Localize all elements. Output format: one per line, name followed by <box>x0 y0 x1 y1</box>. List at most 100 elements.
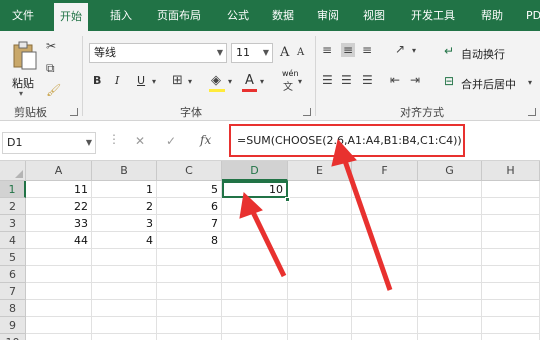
column-header-g[interactable]: G <box>418 161 482 181</box>
cell-b10[interactable] <box>92 334 157 340</box>
font-launcher-icon[interactable] <box>303 108 311 116</box>
chevron-down-icon[interactable]: ▾ <box>412 46 416 55</box>
align-top-icon[interactable]: ≡ <box>322 43 332 57</box>
cell-c6[interactable] <box>157 266 222 283</box>
phonetic-guide-icon[interactable]: wén <box>282 69 299 78</box>
cell-a1[interactable]: 11 <box>26 181 92 198</box>
cell-a8[interactable] <box>26 300 92 317</box>
cell-a6[interactable] <box>26 266 92 283</box>
cell-g5[interactable] <box>418 249 482 266</box>
cell-f1[interactable] <box>352 181 418 198</box>
cell-h4[interactable] <box>482 232 540 249</box>
format-painter-icon[interactable]: 🖌 <box>46 83 61 97</box>
cell-a2[interactable]: 22 <box>26 198 92 215</box>
column-header-b[interactable]: B <box>92 161 157 181</box>
cell-c3[interactable]: 7 <box>157 215 222 232</box>
fill-handle[interactable] <box>285 197 290 202</box>
align-left-icon[interactable]: ☰ <box>322 73 333 87</box>
bold-button[interactable]: B <box>93 74 101 87</box>
cell-h8[interactable] <box>482 300 540 317</box>
merge-center-button[interactable]: 合并后居中 <box>461 76 516 92</box>
tab-view[interactable]: 视图 <box>363 0 385 31</box>
cell-c8[interactable] <box>157 300 222 317</box>
cell-a7[interactable] <box>26 283 92 300</box>
tab-file[interactable]: 文件 <box>12 0 34 31</box>
increase-indent-icon[interactable]: ⇥ <box>410 73 420 87</box>
align-right-icon[interactable]: ☰ <box>362 73 373 87</box>
cell-b6[interactable] <box>92 266 157 283</box>
cell-h6[interactable] <box>482 266 540 283</box>
cell-g7[interactable] <box>418 283 482 300</box>
cell-d8[interactable] <box>222 300 288 317</box>
chevron-down-icon[interactable]: ▾ <box>188 77 192 86</box>
wrap-text-button[interactable]: 自动换行 <box>461 46 505 62</box>
cell-b5[interactable] <box>92 249 157 266</box>
font-size-select[interactable]: 11 ▼ <box>231 43 273 63</box>
cell-g1[interactable] <box>418 181 482 198</box>
row-header-1[interactable]: 1 <box>0 181 26 198</box>
row-header-10[interactable]: 10 <box>0 334 26 340</box>
font-color-icon[interactable]: A <box>245 73 254 88</box>
name-box[interactable]: D1 ▼ <box>2 132 96 154</box>
chevron-down-icon[interactable]: ▾ <box>528 78 532 87</box>
cell-f2[interactable] <box>352 198 418 215</box>
fill-color-icon[interactable]: ◈ <box>211 73 221 88</box>
cell-c9[interactable] <box>157 317 222 334</box>
cell-d7[interactable] <box>222 283 288 300</box>
cell-c4[interactable]: 8 <box>157 232 222 249</box>
cell-b8[interactable] <box>92 300 157 317</box>
cell-f8[interactable] <box>352 300 418 317</box>
align-middle-icon[interactable]: ≡ <box>341 43 356 57</box>
align-bottom-icon[interactable]: ≡ <box>362 43 372 57</box>
chevron-down-icon[interactable]: ▾ <box>260 77 264 86</box>
paste-icon[interactable] <box>12 41 38 71</box>
chevron-down-icon[interactable]: ▾ <box>152 77 156 86</box>
cell-h7[interactable] <box>482 283 540 300</box>
column-header-a[interactable]: A <box>26 161 92 181</box>
cell-f3[interactable] <box>352 215 418 232</box>
cell-g8[interactable] <box>418 300 482 317</box>
row-header-4[interactable]: 4 <box>0 232 26 249</box>
italic-button[interactable]: I <box>115 74 119 87</box>
cell-a3[interactable]: 33 <box>26 215 92 232</box>
row-header-2[interactable]: 2 <box>0 198 26 215</box>
font-name-select[interactable]: 等线 ▼ <box>89 43 227 63</box>
cell-d1[interactable]: 10 <box>222 181 288 198</box>
orientation-icon[interactable]: ↗ <box>395 42 405 56</box>
alignment-launcher-icon[interactable] <box>528 108 536 116</box>
cell-d3[interactable] <box>222 215 288 232</box>
cell-g4[interactable] <box>418 232 482 249</box>
cell-e9[interactable] <box>288 317 352 334</box>
cell-f7[interactable] <box>352 283 418 300</box>
cell-c2[interactable]: 6 <box>157 198 222 215</box>
cell-e10[interactable] <box>288 334 352 340</box>
tab-insert[interactable]: 插入 <box>110 0 132 31</box>
cell-h1[interactable] <box>482 181 540 198</box>
cell-d4[interactable] <box>222 232 288 249</box>
cell-e6[interactable] <box>288 266 352 283</box>
decrease-indent-icon[interactable]: ⇤ <box>390 73 400 87</box>
cell-e4[interactable] <box>288 232 352 249</box>
cell-f9[interactable] <box>352 317 418 334</box>
tab-data[interactable]: 数据 <box>272 0 294 31</box>
cell-b7[interactable] <box>92 283 157 300</box>
paste-dropdown-icon[interactable]: ▾ <box>19 89 23 98</box>
enter-icon[interactable]: ✓ <box>166 134 176 148</box>
cell-g2[interactable] <box>418 198 482 215</box>
row-header-6[interactable]: 6 <box>0 266 26 283</box>
cell-f4[interactable] <box>352 232 418 249</box>
row-header-3[interactable]: 3 <box>0 215 26 232</box>
column-header-c[interactable]: C <box>157 161 222 181</box>
cell-c1[interactable]: 5 <box>157 181 222 198</box>
cell-a10[interactable] <box>26 334 92 340</box>
cell-f5[interactable] <box>352 249 418 266</box>
tab-page-layout[interactable]: 页面布局 <box>157 0 201 31</box>
cell-h2[interactable] <box>482 198 540 215</box>
cell-e3[interactable] <box>288 215 352 232</box>
cell-b3[interactable]: 3 <box>92 215 157 232</box>
clipboard-launcher-icon[interactable] <box>70 108 78 116</box>
tab-developer[interactable]: 开发工具 <box>411 0 455 31</box>
cell-g6[interactable] <box>418 266 482 283</box>
wrap-text-icon[interactable]: ↵ <box>444 44 454 58</box>
insert-function-icon[interactable]: fx <box>200 133 211 147</box>
